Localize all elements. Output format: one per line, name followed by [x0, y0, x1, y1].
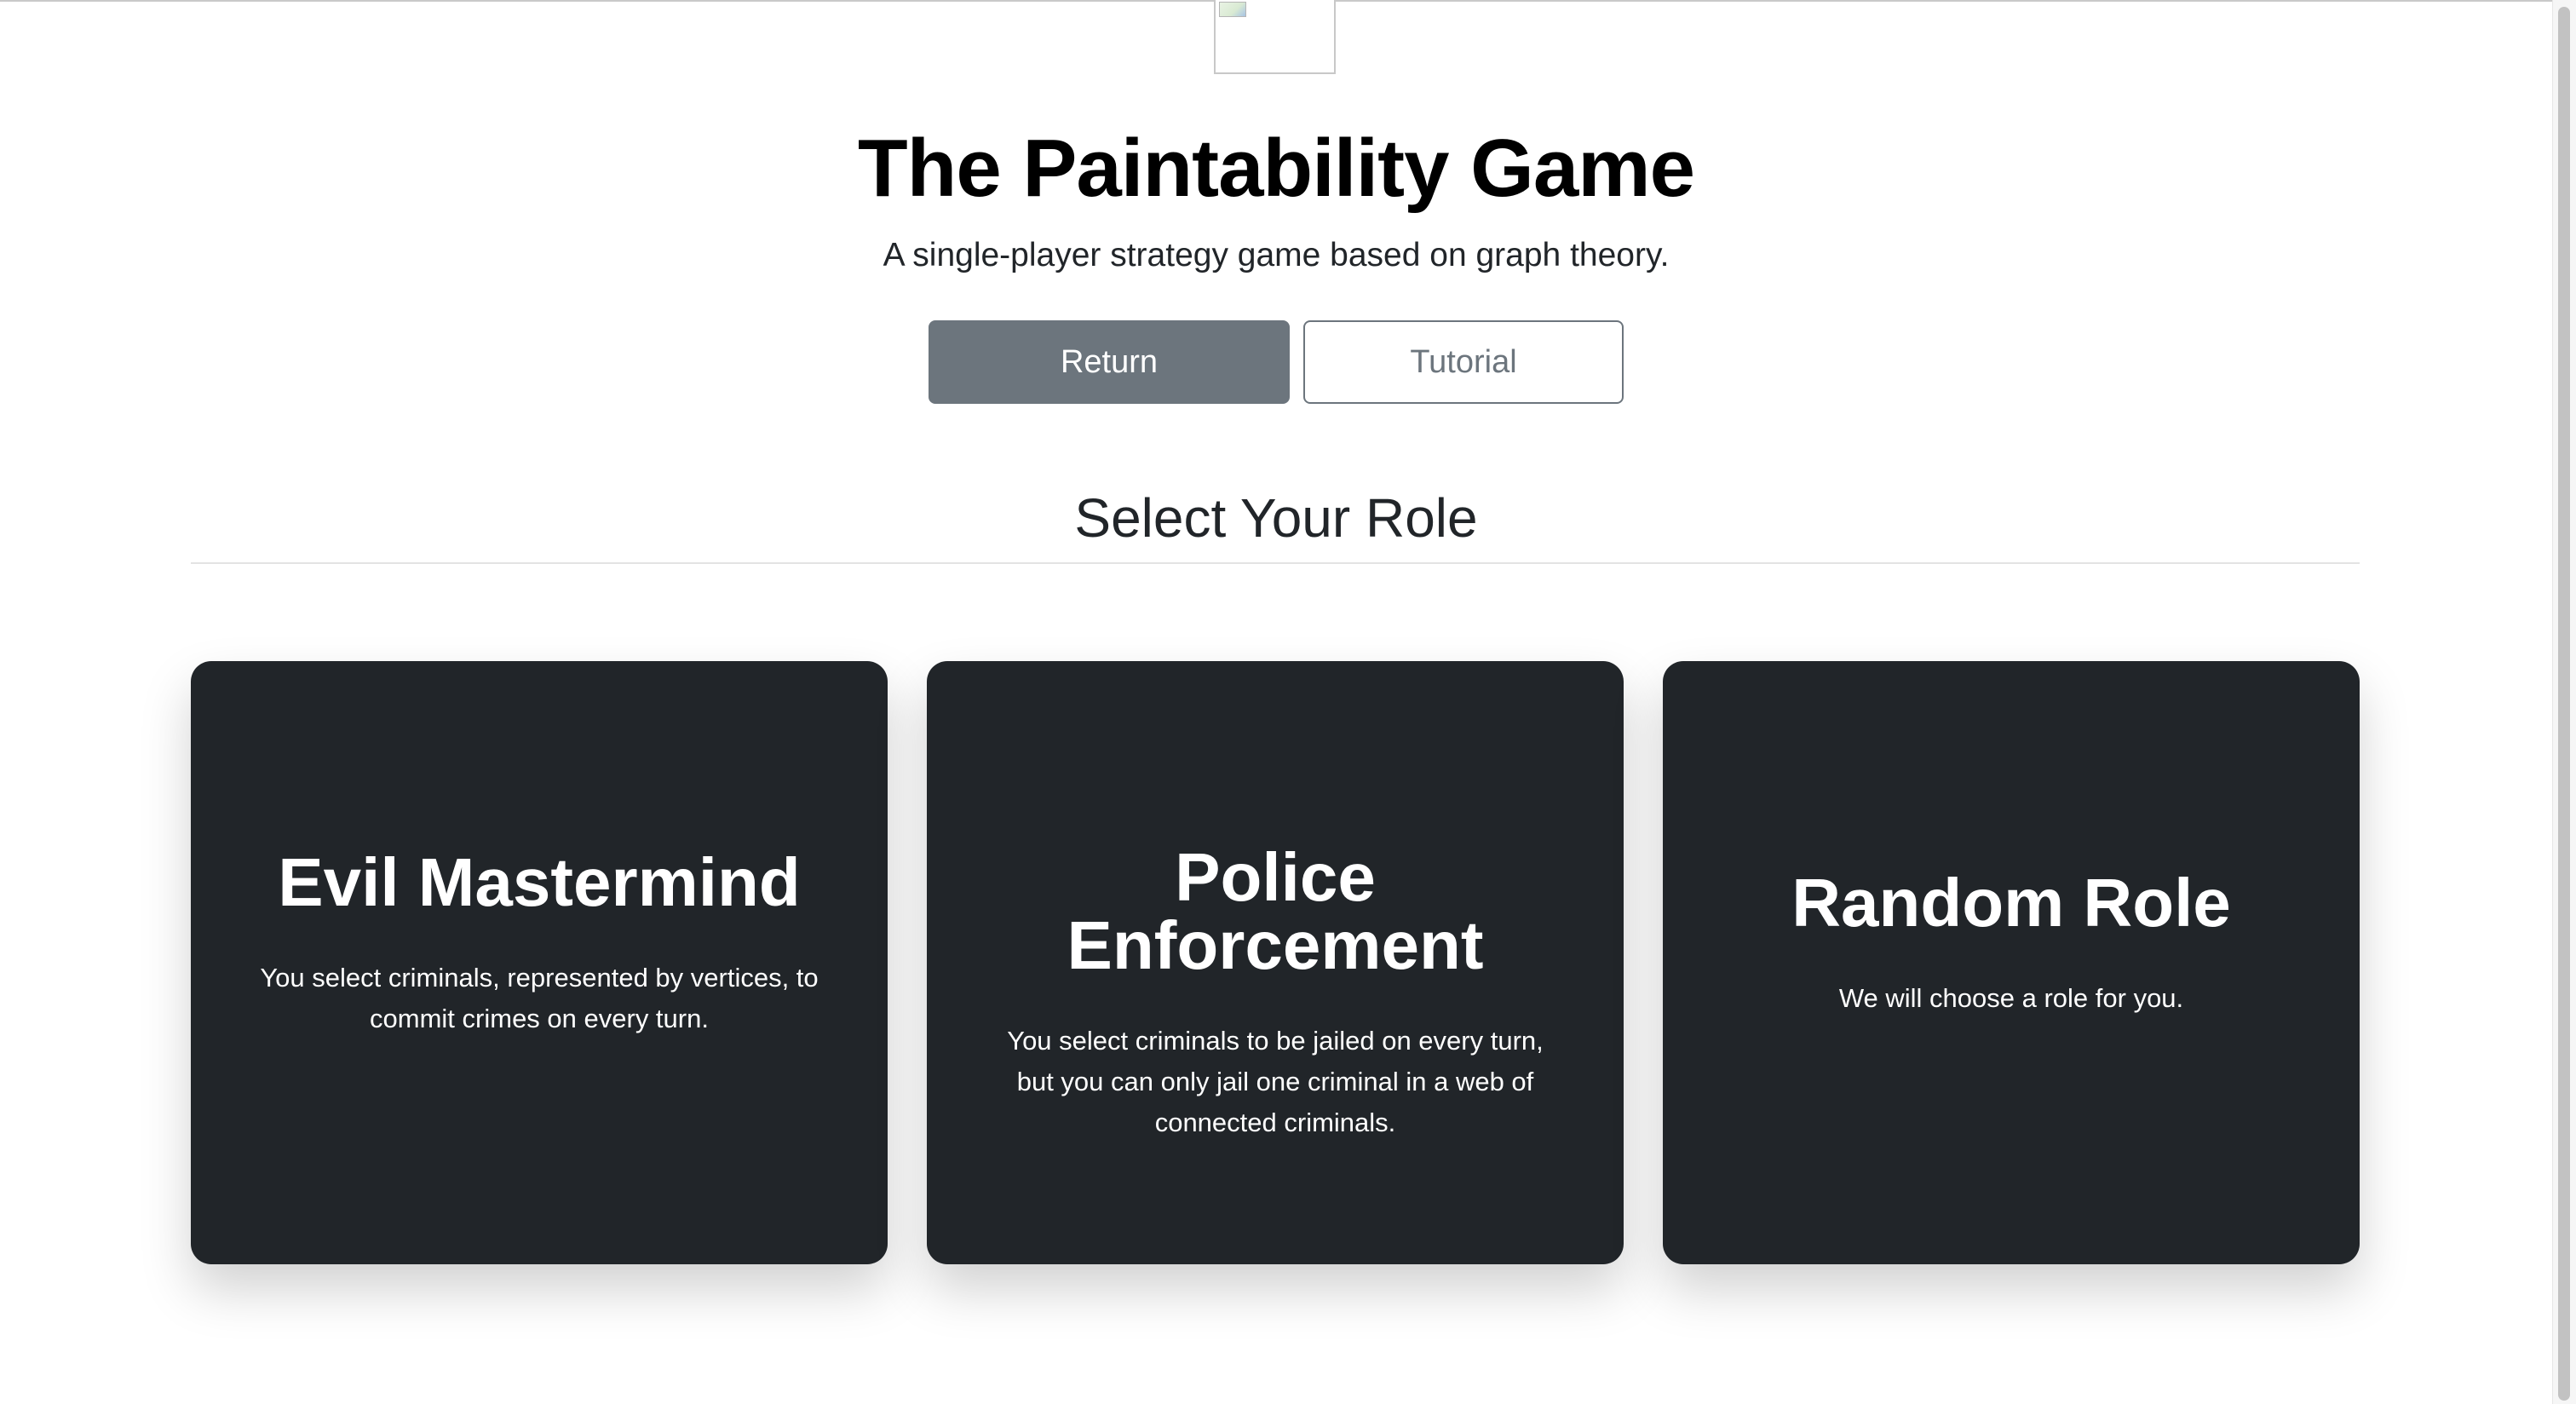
scrollbar-thumb[interactable] [2558, 7, 2570, 1401]
role-card-police-enforcement[interactable]: Police Enforcement You select criminals … [927, 661, 1624, 1264]
section-title: Select Your Role [1074, 487, 1478, 549]
action-buttons: Return Tutorial [0, 320, 2552, 404]
logo-image-placeholder [1214, 0, 1336, 74]
role-title: Evil Mastermind [278, 844, 801, 920]
role-description: We will choose a role for you. [1838, 983, 2184, 1013]
role-title: Police Enforcement [1067, 839, 1484, 983]
vertical-scrollbar[interactable] [2552, 0, 2576, 1404]
page: The Paintability Game A single-player st… [0, 0, 2576, 1404]
return-button[interactable]: Return [929, 320, 1290, 404]
role-card-random-role[interactable]: Random Role We will choose a role for yo… [1663, 661, 2360, 1264]
role-description: You select criminals to be jailed on eve… [1007, 1026, 1544, 1137]
role-description: You select criminals, represented by ver… [260, 963, 819, 1033]
tutorial-button[interactable]: Tutorial [1303, 320, 1624, 404]
page-subtitle: A single-player strategy game based on g… [883, 237, 1670, 273]
section-divider [191, 562, 2360, 564]
broken-image-icon [1219, 2, 1246, 17]
page-title: The Paintability Game [858, 123, 1695, 214]
role-title: Random Role [1791, 865, 2231, 941]
role-card-evil-mastermind[interactable]: Evil Mastermind You select criminals, re… [191, 661, 888, 1264]
role-cards: Evil Mastermind You select criminals, re… [191, 661, 2360, 1264]
